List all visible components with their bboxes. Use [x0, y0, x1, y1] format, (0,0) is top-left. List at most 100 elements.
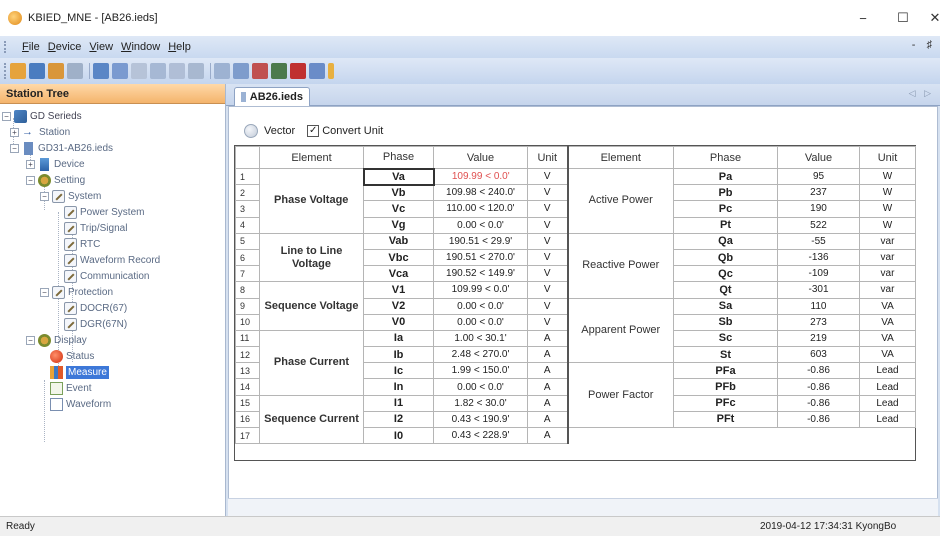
mdi-controls[interactable]: - ♯: [912, 39, 936, 51]
header-phase-right[interactable]: Phase: [673, 146, 778, 169]
phase-cell[interactable]: Vb: [363, 184, 434, 202]
header-element[interactable]: Element: [259, 146, 364, 169]
tree-item-root[interactable]: − GD Serieds: [2, 108, 82, 124]
tree-item-status[interactable]: Status: [50, 348, 94, 364]
value-cell-right[interactable]: 522: [777, 216, 860, 234]
tree-item-rtc[interactable]: RTC: [64, 236, 100, 252]
header-unit-right[interactable]: Unit: [859, 146, 916, 169]
collapse-icon[interactable]: −: [2, 111, 11, 121]
value-cell-right[interactable]: 110: [777, 297, 860, 315]
value-cell[interactable]: 0.00 < 0.0': [433, 313, 528, 331]
collapse-icon[interactable]: −: [40, 287, 49, 297]
phase-cell[interactable]: Vbc: [363, 248, 434, 267]
value-cell-right[interactable]: -0.86: [777, 394, 860, 412]
open-icon[interactable]: [48, 63, 64, 79]
help-icon[interactable]: [309, 63, 325, 79]
download-icon[interactable]: [112, 63, 128, 79]
phase-cell-right[interactable]: Sa: [673, 297, 778, 315]
tree-item-file[interactable]: − GD31-AB26.ieds: [10, 140, 113, 156]
value-cell[interactable]: 1.00 < 30.1': [433, 329, 528, 348]
header-value[interactable]: Value: [433, 146, 528, 169]
toolbar-overflow-icon[interactable]: [328, 63, 334, 79]
value-cell-right[interactable]: -0.86: [777, 362, 860, 380]
expand-icon[interactable]: +: [26, 159, 35, 169]
menu-device[interactable]: Device: [48, 41, 82, 53]
tree-item-event[interactable]: Event: [50, 380, 92, 396]
tree-item-setting[interactable]: − Setting: [26, 172, 85, 188]
value-cell-right[interactable]: -301: [777, 281, 860, 299]
tree-item-display[interactable]: − Display: [26, 332, 87, 348]
tree-item-waveform-record[interactable]: Waveform Record: [64, 252, 160, 268]
phase-cell-right[interactable]: PFt: [673, 410, 778, 429]
phase-cell-right[interactable]: Qb: [673, 248, 778, 267]
tree-item-docr[interactable]: DOCR(67): [64, 300, 127, 316]
value-cell[interactable]: 109.99 < 0.0': [433, 281, 528, 299]
phase-cell-right[interactable]: Sc: [673, 329, 778, 348]
value-cell-right[interactable]: -0.86: [777, 410, 860, 429]
phase-cell-right[interactable]: Qa: [673, 232, 778, 250]
list-icon[interactable]: [188, 63, 204, 79]
tree-item-device[interactable]: + Device: [26, 156, 85, 172]
value-cell[interactable]: 0.00 < 0.0': [433, 297, 528, 315]
tab-scroll-arrows-icon[interactable]: ◁ ▷: [909, 88, 934, 99]
phase-cell[interactable]: Vca: [363, 265, 434, 283]
phase-cell[interactable]: Ib: [363, 346, 434, 364]
phase-cell-right[interactable]: Qt: [673, 281, 778, 299]
value-cell[interactable]: 1.82 < 30.0': [433, 394, 528, 412]
value-cell-right[interactable]: -55: [777, 232, 860, 250]
phase-cell[interactable]: Ia: [363, 329, 434, 348]
stop-icon[interactable]: [290, 63, 306, 79]
phase-cell[interactable]: V2: [363, 297, 434, 315]
tools-icon[interactable]: [252, 63, 268, 79]
header-phase[interactable]: Phase: [363, 146, 434, 169]
collapse-icon[interactable]: −: [40, 191, 49, 201]
save-icon[interactable]: [29, 63, 45, 79]
value-cell[interactable]: 190.52 < 149.9': [433, 265, 528, 283]
menu-file[interactable]: File: [22, 41, 40, 53]
value-cell-right[interactable]: 219: [777, 329, 860, 348]
phase-cell[interactable]: I0: [363, 426, 434, 445]
value-cell[interactable]: 0.43 < 190.9': [433, 410, 528, 429]
value-cell-right[interactable]: 237: [777, 184, 860, 202]
phase-cell-right[interactable]: Pt: [673, 216, 778, 234]
value-cell[interactable]: 2.48 < 270.0': [433, 346, 528, 364]
window-icon[interactable]: [214, 63, 230, 79]
settings-icon[interactable]: [150, 63, 166, 79]
new-icon[interactable]: [10, 63, 26, 79]
tree-item-protection[interactable]: − Protection: [40, 284, 113, 300]
phase-cell[interactable]: In: [363, 378, 434, 396]
collapse-icon[interactable]: −: [26, 335, 35, 345]
header-element-right[interactable]: Element: [566, 146, 674, 169]
phase-cell[interactable]: Vc: [363, 200, 434, 218]
phase-cell[interactable]: Ic: [363, 362, 434, 380]
phase-cell[interactable]: V0: [363, 313, 434, 331]
header-unit[interactable]: Unit: [527, 146, 568, 169]
header-value-right[interactable]: Value: [777, 146, 860, 169]
collapse-icon[interactable]: −: [10, 143, 19, 153]
phase-cell[interactable]: Va: [362, 167, 435, 186]
value-cell[interactable]: 110.00 < 120.0': [433, 200, 528, 218]
compare-icon[interactable]: [169, 63, 185, 79]
monitor-icon[interactable]: [271, 63, 287, 79]
value-cell[interactable]: 190.51 < 29.9': [433, 232, 528, 250]
value-cell[interactable]: 0.43 < 228.9': [433, 426, 528, 445]
phase-cell-right[interactable]: PFc: [673, 394, 778, 412]
tab-ab26[interactable]: AB26.ieds: [234, 87, 310, 106]
value-cell[interactable]: 190.51 < 270.0': [433, 248, 528, 267]
phase-cell-right[interactable]: Pa: [673, 167, 778, 186]
value-cell-right[interactable]: 190: [777, 200, 860, 218]
phase-cell[interactable]: Vg: [363, 216, 434, 234]
wave-icon[interactable]: [233, 63, 249, 79]
close-button[interactable]: ✕: [912, 0, 940, 36]
tree-item-waveform[interactable]: Waveform: [50, 396, 111, 412]
convert-unit-checkbox[interactable]: ✓: [307, 125, 320, 137]
convert-unit-label[interactable]: Convert Unit: [322, 125, 383, 137]
tree-item-communication[interactable]: Communication: [64, 268, 149, 284]
value-cell[interactable]: 109.98 < 240.0': [433, 184, 528, 202]
menu-view[interactable]: View: [89, 41, 113, 53]
tree-item-measure[interactable]: Measure: [50, 364, 109, 380]
vector-icon[interactable]: [244, 124, 258, 138]
value-cell[interactable]: 109.99 < 0.0': [433, 167, 528, 186]
value-cell-right[interactable]: -109: [777, 265, 860, 283]
phase-cell-right[interactable]: Pc: [673, 200, 778, 218]
